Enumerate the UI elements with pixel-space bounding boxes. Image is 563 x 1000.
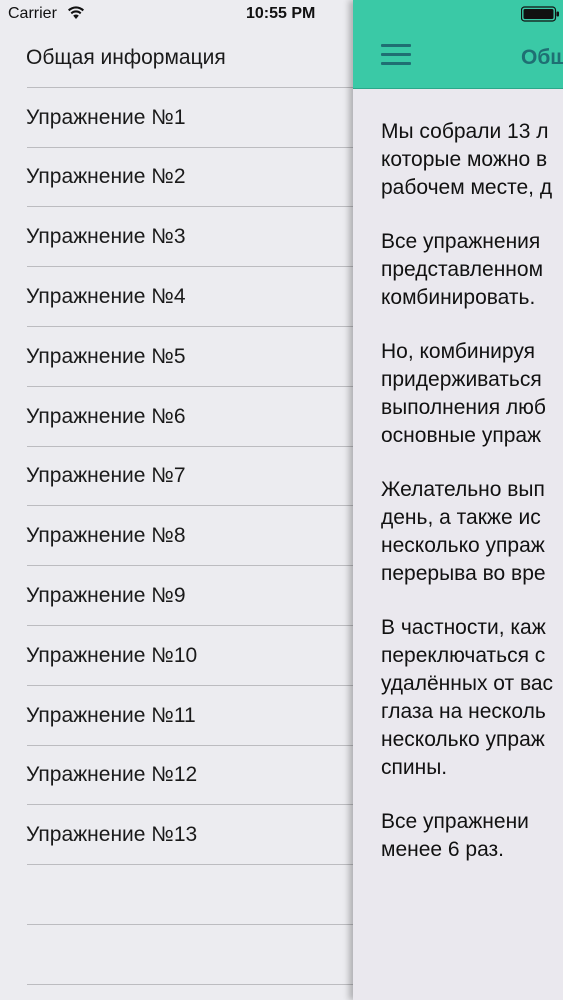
status-bar: Carrier 10:55 PM — [0, 0, 353, 30]
hamburger-menu-icon[interactable] — [381, 44, 411, 68]
text-line: рабочем месте, д — [381, 176, 553, 199]
text-line: основные упраж — [381, 424, 542, 447]
text-line: удалённых от вас — [381, 672, 554, 695]
menu-item-exercise-2[interactable]: Упражнение №2 — [0, 148, 353, 208]
menu-item-label: Упражнение №5 — [26, 344, 186, 368]
text-line: представленном — [381, 258, 544, 281]
text-line: Все упражнения — [381, 230, 541, 253]
menu-item-general-info[interactable]: Общая информация — [0, 28, 353, 88]
paragraph: Все упражнени менее 6 раз. — [381, 808, 563, 864]
menu-item-label: Упражнение №1 — [26, 105, 186, 129]
text-line: несколько упраж — [381, 534, 545, 557]
nav-header: Общ — [353, 0, 563, 89]
menu-item-label: Упражнение №11 — [26, 703, 196, 727]
menu-item-label: Упражнение №8 — [26, 524, 186, 548]
menu-item-exercise-4[interactable]: Упражнение №4 — [0, 267, 353, 327]
menu-item-exercise-12[interactable]: Упражнение №12 — [0, 746, 353, 806]
menu-item-label: Упражнение №9 — [26, 584, 186, 608]
clock-label: 10:55 PM — [246, 5, 316, 22]
paragraph: Но, комбинируя придерживаться выполнения… — [381, 338, 563, 450]
text-line: переключаться с — [381, 644, 546, 667]
menu-item-label: Упражнение №7 — [26, 464, 186, 488]
page-title: Общ — [521, 46, 563, 69]
main-content: Общ Мы собрали 13 л которые можно в рабо… — [353, 0, 563, 1000]
text-line: день, а также ис — [381, 506, 541, 529]
menu-item-exercise-13[interactable]: Упражнение №13 — [0, 805, 353, 865]
text-line: Желательно вып — [381, 478, 545, 501]
battery-icon — [521, 6, 559, 22]
menu-item-exercise-3[interactable]: Упражнение №3 — [0, 207, 353, 267]
text-line: Все упражнени — [381, 810, 529, 833]
menu-item-empty — [0, 865, 353, 925]
menu-item-label: Упражнение №4 — [26, 285, 186, 309]
menu-item-label: Упражнение №13 — [26, 823, 198, 847]
text-line: Но, комбинируя — [381, 340, 535, 363]
menu-item-label: Упражнение №2 — [26, 165, 186, 189]
app-screen: Общая информация Упражнение №1 Упражнени… — [0, 0, 563, 1000]
side-menu: Общая информация Упражнение №1 Упражнени… — [0, 0, 353, 1000]
menu-list: Общая информация Упражнение №1 Упражнени… — [0, 28, 353, 985]
text-line: комбинировать. — [381, 286, 536, 309]
text-line: глаза на несколь — [381, 700, 546, 723]
menu-item-label: Упражнение №12 — [26, 763, 198, 787]
text-line: В частности, каж — [381, 616, 546, 639]
article-text: Мы собрали 13 л которые можно в рабочем … — [381, 118, 563, 890]
menu-item-empty — [0, 925, 353, 985]
text-line: которые можно в — [381, 148, 548, 171]
menu-item-label: Общая информация — [26, 45, 226, 69]
text-line: придерживаться — [381, 368, 542, 391]
text-line: выполнения люб — [381, 396, 546, 419]
menu-item-exercise-7[interactable]: Упражнение №7 — [0, 447, 353, 507]
wifi-icon — [68, 6, 84, 19]
paragraph: Все упражнения представленном комбиниров… — [381, 228, 563, 312]
menu-item-exercise-10[interactable]: Упражнение №10 — [0, 626, 353, 686]
menu-item-label: Упражнение №10 — [26, 643, 198, 667]
menu-item-exercise-5[interactable]: Упражнение №5 — [0, 327, 353, 387]
paragraph: Мы собрали 13 л которые можно в рабочем … — [381, 118, 563, 202]
text-line: менее 6 раз. — [381, 838, 505, 861]
paragraph: Желательно вып день, а также ис нескольк… — [381, 476, 563, 588]
text-line: несколько упраж — [381, 728, 545, 751]
menu-item-exercise-1[interactable]: Упражнение №1 — [0, 88, 353, 148]
menu-item-label: Упражнение №6 — [26, 404, 186, 428]
text-line: спины. — [381, 756, 448, 779]
text-line: перерыва во вре — [381, 562, 546, 585]
menu-item-label: Упражнение №3 — [26, 225, 186, 249]
menu-item-exercise-6[interactable]: Упражнение №6 — [0, 387, 353, 447]
menu-item-exercise-11[interactable]: Упражнение №11 — [0, 686, 353, 746]
text-line: Мы собрали 13 л — [381, 120, 549, 143]
paragraph: В частности, каж переключаться с удалённ… — [381, 614, 563, 782]
menu-item-exercise-9[interactable]: Упражнение №9 — [0, 566, 353, 626]
carrier-label: Carrier — [8, 5, 57, 22]
menu-item-exercise-8[interactable]: Упражнение №8 — [0, 506, 353, 566]
